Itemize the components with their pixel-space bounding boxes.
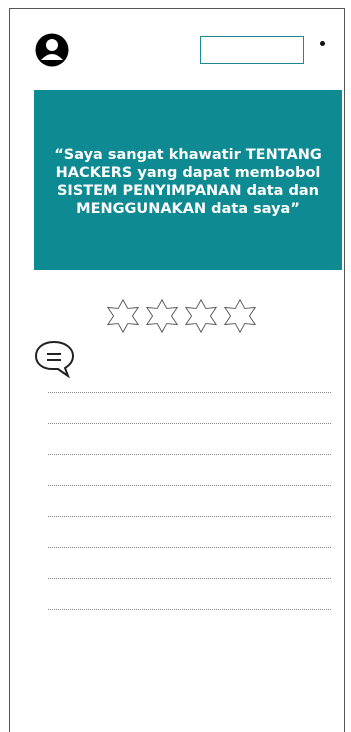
search-input[interactable] [200, 36, 304, 64]
star-icon[interactable] [221, 298, 259, 334]
comment-line[interactable] [48, 423, 331, 424]
comment-line[interactable] [48, 547, 331, 548]
rating-stars[interactable] [104, 298, 259, 334]
comment-line[interactable] [48, 454, 331, 455]
comment-line[interactable] [48, 609, 331, 610]
chat-bubble-icon[interactable] [32, 338, 76, 378]
dot-menu-icon[interactable] [320, 41, 325, 46]
comment-line[interactable] [48, 516, 331, 517]
user-avatar-icon[interactable] [35, 33, 69, 67]
quote-text: “Saya sangat khawatir TENTANG HACKERS ya… [54, 147, 322, 217]
comment-line[interactable] [48, 578, 331, 579]
star-icon[interactable] [143, 298, 181, 334]
comment-lines[interactable] [48, 392, 331, 640]
star-icon[interactable] [182, 298, 220, 334]
comment-line[interactable] [48, 485, 331, 486]
comment-line[interactable] [48, 392, 331, 393]
quote-card: “Saya sangat khawatir TENTANG HACKERS ya… [34, 90, 342, 270]
star-icon[interactable] [104, 298, 142, 334]
